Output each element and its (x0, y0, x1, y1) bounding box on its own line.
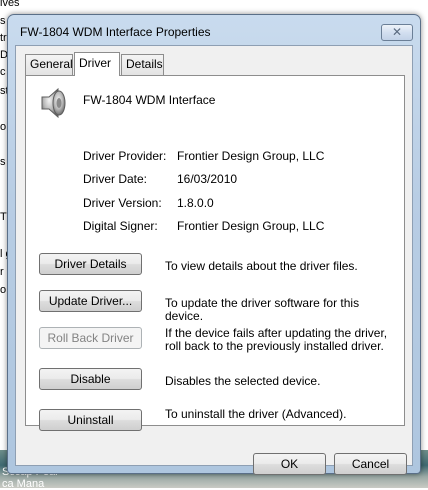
tab-label: Driver (79, 56, 111, 70)
background-text: o (0, 121, 7, 133)
background-text: ca Mana (2, 478, 45, 490)
window-title: FW-1804 WDM Interface Properties (20, 25, 211, 39)
background-text: T (0, 211, 7, 223)
driver-details-description: To view details about the driver files. (165, 259, 358, 273)
driver-version-label: Driver Version: (83, 196, 162, 210)
digital-signer-label: Digital Signer: (83, 219, 158, 233)
driver-provider-value: Frontier Design Group, LLC (177, 149, 325, 163)
roll-back-driver-button[interactable]: Roll Back Driver (39, 327, 142, 349)
digital-signer-value: Frontier Design Group, LLC (177, 219, 325, 233)
speaker-icon (41, 87, 66, 119)
uninstall-description: To uninstall the driver (Advanced). (165, 407, 347, 421)
tab-label: General (30, 57, 73, 71)
properties-dialog: FW-1804 WDM Interface Properties ✕ Gener… (7, 14, 421, 475)
uninstall-button[interactable]: Uninstall (39, 409, 142, 431)
background-text: r (0, 266, 4, 278)
background-text: ives (0, 0, 20, 9)
disable-button[interactable]: Disable (39, 368, 142, 390)
driver-date-value: 16/03/2010 (177, 172, 238, 186)
update-driver-description: To update the driver software for this d… (165, 296, 360, 323)
background-text: s (0, 156, 6, 168)
disable-description: Disables the selected device. (165, 374, 321, 388)
close-icon: ✕ (391, 25, 403, 39)
update-driver-button[interactable]: Update Driver... (39, 290, 142, 312)
driver-date-label: Driver Date: (83, 172, 148, 186)
background-text: c (0, 66, 6, 78)
ok-button[interactable]: OK (253, 453, 326, 475)
tab-driver[interactable]: Driver (74, 52, 120, 76)
driver-version-value: 1.8.0.0 (177, 196, 214, 210)
driver-provider-label: Driver Provider: (83, 149, 167, 163)
background-text: o (0, 284, 7, 296)
driver-tab-panel: FW-1804 WDM Interface Driver Provider: F… (25, 75, 405, 431)
tab-details[interactable]: Details (121, 54, 164, 75)
dialog-client-area: General Driver Details FW-1804 WDM Inter… (15, 45, 413, 475)
device-name: FW-1804 WDM Interface (83, 93, 216, 107)
background-text: s (0, 15, 6, 27)
driver-details-button[interactable]: Driver Details (39, 253, 142, 275)
tab-general[interactable]: General (25, 54, 73, 75)
cancel-button[interactable]: Cancel (334, 453, 407, 475)
tab-label: Details (126, 57, 163, 71)
close-button[interactable]: ✕ (381, 24, 413, 41)
background-text: tr (0, 32, 7, 44)
title-bar[interactable]: FW-1804 WDM Interface Properties ✕ (8, 15, 420, 45)
roll-back-driver-description: If the device fails after updating the d… (165, 326, 388, 353)
